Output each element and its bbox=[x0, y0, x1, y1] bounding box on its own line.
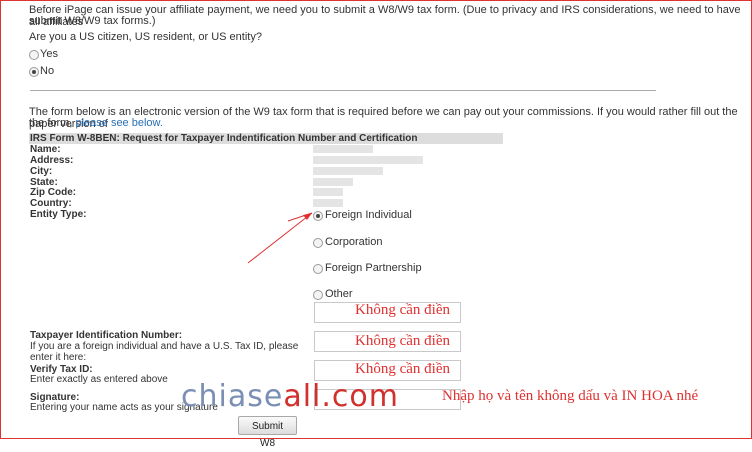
watermark-logo: chiaseall.com bbox=[181, 379, 399, 414]
radio-foreign-partnership-label: Foreign Partnership bbox=[325, 262, 422, 274]
country-label: Country: bbox=[30, 198, 72, 209]
city-label: City: bbox=[30, 166, 53, 177]
divider bbox=[30, 90, 656, 91]
radio-yes-label: Yes bbox=[40, 48, 58, 60]
entity-type-label: Entity Type: bbox=[30, 209, 87, 220]
radio-other[interactable] bbox=[313, 290, 323, 300]
address-label: Address: bbox=[30, 155, 74, 166]
watermark-part-2: all.com bbox=[283, 379, 399, 414]
radio-no-label: No bbox=[40, 65, 55, 77]
blurred-name bbox=[313, 145, 373, 153]
form-note-prefix: the form, bbox=[29, 117, 76, 129]
us-question: Are you a US citizen, US resident, or US… bbox=[29, 31, 262, 43]
tin-label: Taxpayer Identification Number: bbox=[30, 330, 183, 341]
annotation-note-4: Nhập họ và tên không dấu và IN HOA nhé bbox=[442, 388, 699, 404]
annotation-arrows bbox=[247, 212, 313, 264]
blurred-state bbox=[313, 178, 353, 186]
radio-no[interactable] bbox=[29, 67, 39, 77]
form-title: IRS Form W-8BEN: Request for Taxpayer In… bbox=[30, 133, 418, 144]
blurred-address bbox=[313, 156, 423, 164]
tin-help: If you are a foreign individual and have… bbox=[30, 341, 299, 363]
arrow-line-2 bbox=[247, 212, 313, 264]
name-label: Name: bbox=[30, 144, 61, 155]
paper-form-link[interactable]: please see below. bbox=[75, 117, 162, 129]
annotation-note-1: Không cần điền bbox=[355, 302, 450, 318]
radio-foreign-individual-label: Foreign Individual bbox=[325, 209, 412, 221]
watermark-part-1: chiase bbox=[181, 379, 284, 414]
form-note-line-2: the form, please see below. bbox=[29, 117, 163, 129]
radio-yes[interactable] bbox=[29, 50, 39, 60]
annotation-note-2: Không cần điền bbox=[355, 333, 450, 349]
intro-line-2: submit W8/W9 tax forms.) bbox=[29, 15, 156, 27]
annotation-note-3: Không cần điền bbox=[355, 361, 450, 377]
zip-label: Zip Code: bbox=[30, 187, 77, 198]
submit-w8-button[interactable]: Submit W8 bbox=[238, 416, 297, 449]
radio-other-label: Other bbox=[325, 288, 353, 300]
verify-help: Enter exactly as entered above bbox=[30, 374, 168, 385]
blurred-city bbox=[313, 167, 383, 175]
radio-corporation-label: Corporation bbox=[325, 236, 383, 248]
blurred-zip bbox=[313, 188, 343, 196]
